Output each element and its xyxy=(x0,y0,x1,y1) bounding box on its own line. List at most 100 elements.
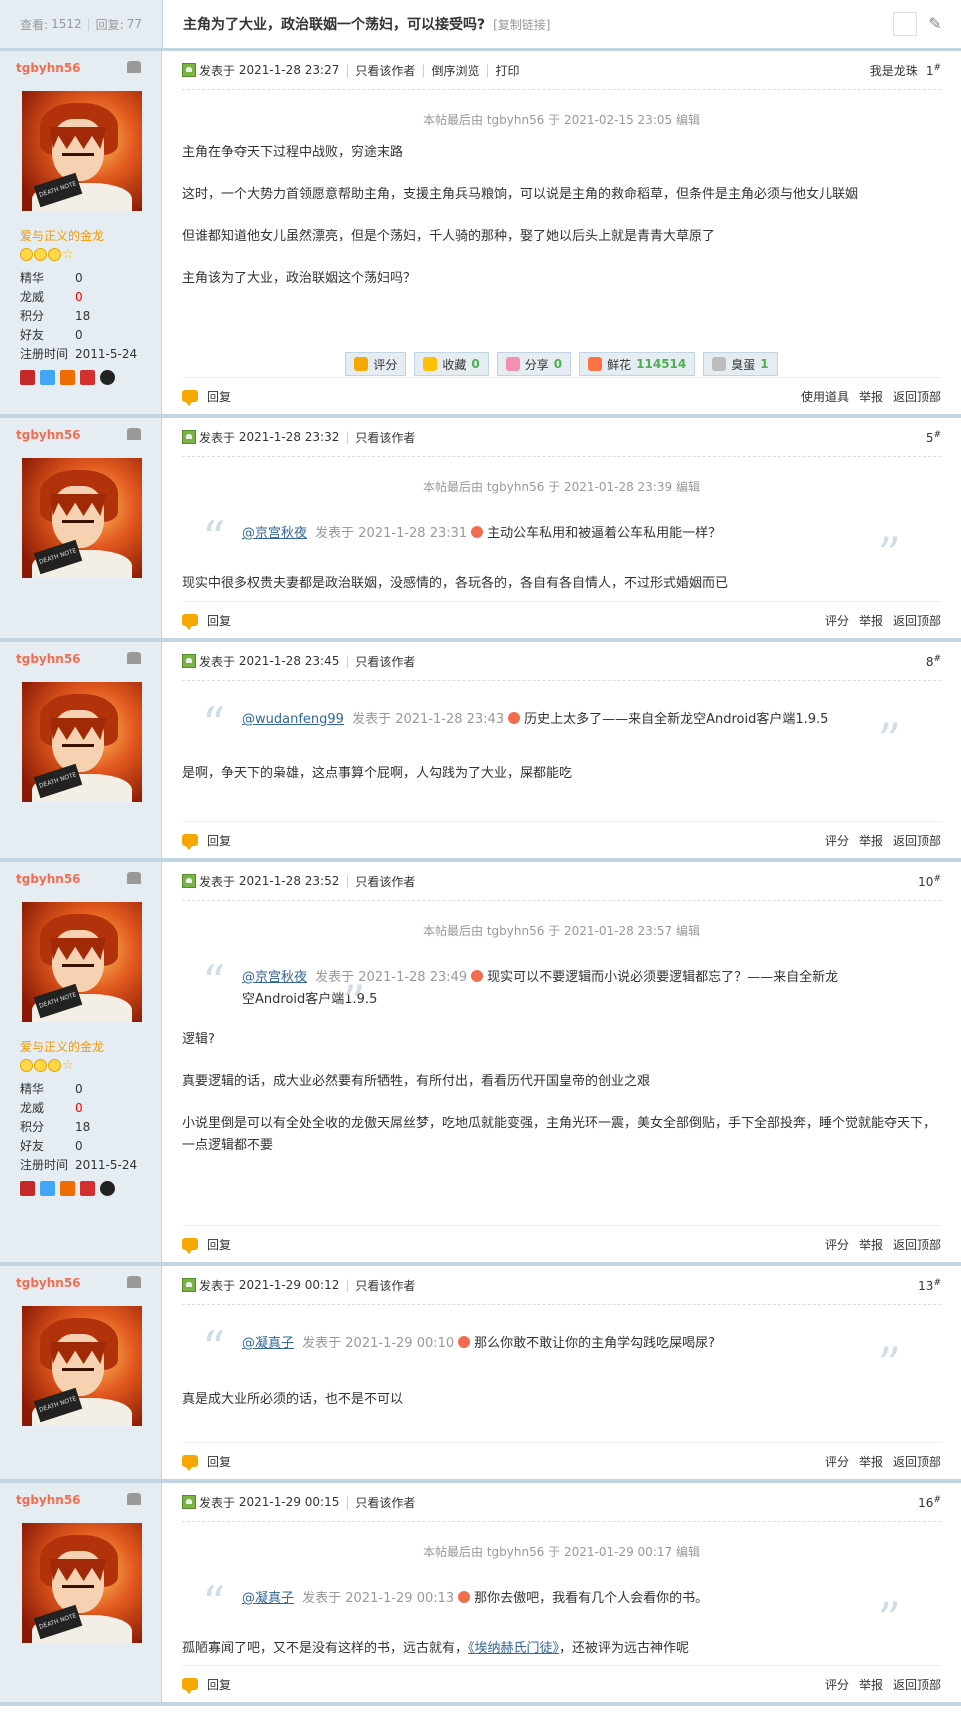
rate-link[interactable]: 评分 xyxy=(825,1236,849,1253)
quote-user-link[interactable]: @京宫秋夜 xyxy=(242,526,307,541)
medal-icon[interactable] xyxy=(60,370,75,385)
author-name[interactable]: tgbyhn56 xyxy=(16,1276,81,1290)
medal-icon[interactable] xyxy=(100,1181,115,1196)
egg-button[interactable]: 臭蛋 1 xyxy=(703,352,778,376)
floor-number[interactable]: 13# xyxy=(918,1278,941,1293)
reply-icon[interactable] xyxy=(182,614,198,630)
reply-button[interactable]: 回复 xyxy=(207,1453,231,1470)
post-time: 2021-1-28 23:45 xyxy=(238,654,340,668)
copy-link-button[interactable]: [复制链接] xyxy=(493,16,550,33)
back-to-top-link[interactable]: 返回顶部 xyxy=(893,388,941,405)
rate-button[interactable]: 评分 xyxy=(345,352,407,376)
only-author-link[interactable]: 只看该作者 xyxy=(355,429,415,446)
checkbox[interactable] xyxy=(893,12,917,36)
report-link[interactable]: 举报 xyxy=(859,388,883,405)
author-name[interactable]: tgbyhn56 xyxy=(16,1493,81,1507)
report-link[interactable]: 举报 xyxy=(859,832,883,849)
print-link[interactable]: 打印 xyxy=(496,62,520,79)
reply-button[interactable]: 回复 xyxy=(207,612,231,629)
offline-icon xyxy=(127,1276,141,1288)
avatar[interactable]: DEATH NOTE xyxy=(22,682,142,802)
author-name[interactable]: tgbyhn56 xyxy=(16,652,81,666)
favorite-button[interactable]: 收藏 0 xyxy=(414,352,489,376)
reply-button[interactable]: 回复 xyxy=(207,1236,231,1253)
post-footer: 回复 评分 举报 返回顶部 xyxy=(182,1665,941,1702)
back-to-top-link[interactable]: 返回顶部 xyxy=(893,1676,941,1693)
rate-link[interactable]: 评分 xyxy=(825,832,849,849)
author-name[interactable]: tgbyhn56 xyxy=(16,61,81,75)
reply-button[interactable]: 回复 xyxy=(207,832,231,849)
rate-link[interactable]: 评分 xyxy=(825,1676,849,1693)
share-button[interactable]: 分享 0 xyxy=(496,352,572,376)
only-author-link[interactable]: 只看该作者 xyxy=(355,653,415,670)
medal-icon[interactable] xyxy=(40,1181,55,1196)
avatar[interactable]: DEATH NOTE xyxy=(22,1523,142,1643)
report-link[interactable]: 举报 xyxy=(859,1676,883,1693)
user-title[interactable]: 爱与正义的金龙 xyxy=(20,227,161,244)
back-to-top-link[interactable]: 返回顶部 xyxy=(893,612,941,629)
jump-icon[interactable] xyxy=(458,1591,471,1603)
quote-block: “ @京宫秋夜 发表于 2021-1-28 23:31 主动公车私用和被逼着公车私… xyxy=(202,511,901,581)
medal-icon[interactable] xyxy=(20,370,35,385)
only-author-link[interactable]: 只看该作者 xyxy=(355,1494,415,1511)
avatar[interactable]: DEATH NOTE xyxy=(22,91,142,211)
replies-label: 回复: xyxy=(95,17,124,32)
avatar[interactable]: DEATH NOTE xyxy=(22,1306,142,1426)
jump-icon[interactable] xyxy=(471,970,484,982)
medal-icon[interactable] xyxy=(20,1181,35,1196)
jump-icon[interactable] xyxy=(471,526,484,538)
reply-button[interactable]: 回复 xyxy=(207,388,231,405)
floor-number[interactable]: 5# xyxy=(926,430,941,445)
author-sidebar: tgbyhn56 DEATH NOTE xyxy=(0,418,162,638)
only-author-link[interactable]: 只看该作者 xyxy=(355,62,415,79)
medal-icon[interactable] xyxy=(100,370,115,385)
medal-icon[interactable] xyxy=(80,370,95,385)
back-to-top-link[interactable]: 返回顶部 xyxy=(893,832,941,849)
floor-number[interactable]: 8# xyxy=(926,654,941,669)
jump-icon[interactable] xyxy=(508,712,521,724)
back-to-top-link[interactable]: 返回顶部 xyxy=(893,1453,941,1470)
report-link[interactable]: 举报 xyxy=(859,612,883,629)
use-tool-link[interactable]: 使用道具 xyxy=(801,388,849,405)
moon-icon xyxy=(48,1059,61,1072)
moon-icon xyxy=(34,1059,47,1072)
post-body: 现实中很多权贵夫妻都是政治联姻，没感情的，各玩各的，各自有各自情人，不过形式婚姻… xyxy=(182,576,729,591)
reply-icon[interactable] xyxy=(182,1455,198,1471)
reverse-order-link[interactable]: 倒序浏览 xyxy=(431,62,479,79)
author-name[interactable]: tgbyhn56 xyxy=(16,872,81,886)
floor-number[interactable]: 16# xyxy=(918,1495,941,1510)
only-author-link[interactable]: 只看该作者 xyxy=(355,1277,415,1294)
reply-icon[interactable] xyxy=(182,1238,198,1254)
jump-icon[interactable] xyxy=(458,1336,471,1348)
avatar[interactable]: DEATH NOTE xyxy=(22,902,142,1022)
back-to-top-link[interactable]: 返回顶部 xyxy=(893,1236,941,1253)
rank-stars: ☆ xyxy=(20,1059,161,1072)
medal-icon[interactable] xyxy=(40,370,55,385)
quote-user-link[interactable]: @京宫秋夜 xyxy=(242,970,307,985)
book-link[interactable]: 《埃纳赫氏门徒》 xyxy=(468,1641,559,1656)
floor-number[interactable]: 我是龙珠 1# xyxy=(870,62,941,79)
author-name[interactable]: tgbyhn56 xyxy=(16,428,81,442)
user-title[interactable]: 爱与正义的金龙 xyxy=(20,1038,161,1055)
reply-button[interactable]: 回复 xyxy=(207,1676,231,1693)
quote-block: “ @凝真子 发表于 2021-1-29 00:13 那你去傲吧，我看有几个人会看… xyxy=(202,1576,901,1646)
report-link[interactable]: 举报 xyxy=(859,1453,883,1470)
reply-icon[interactable] xyxy=(182,1678,198,1694)
reply-icon[interactable] xyxy=(182,834,198,850)
rate-link[interactable]: 评分 xyxy=(825,612,849,629)
floor-number[interactable]: 10# xyxy=(918,874,941,889)
pen-icon[interactable]: ✎ xyxy=(925,14,945,34)
avatar[interactable]: DEATH NOTE xyxy=(22,458,142,578)
rate-link[interactable]: 评分 xyxy=(825,1453,849,1470)
report-link[interactable]: 举报 xyxy=(859,1236,883,1253)
quote-user-link[interactable]: @凝真子 xyxy=(242,1591,294,1606)
reply-icon[interactable] xyxy=(182,390,198,406)
edit-note: 本帖最后由 tgbyhn56 于 2021-02-15 23:05 编辑 xyxy=(423,113,700,127)
only-author-link[interactable]: 只看该作者 xyxy=(355,873,415,890)
quote-user-link[interactable]: @凝真子 xyxy=(242,1336,294,1351)
flower-button[interactable]: 鲜花 114514 xyxy=(579,352,696,376)
quote-user-link[interactable]: @wudanfeng99 xyxy=(242,712,344,727)
medals xyxy=(20,370,161,385)
medal-icon[interactable] xyxy=(80,1181,95,1196)
medal-icon[interactable] xyxy=(60,1181,75,1196)
